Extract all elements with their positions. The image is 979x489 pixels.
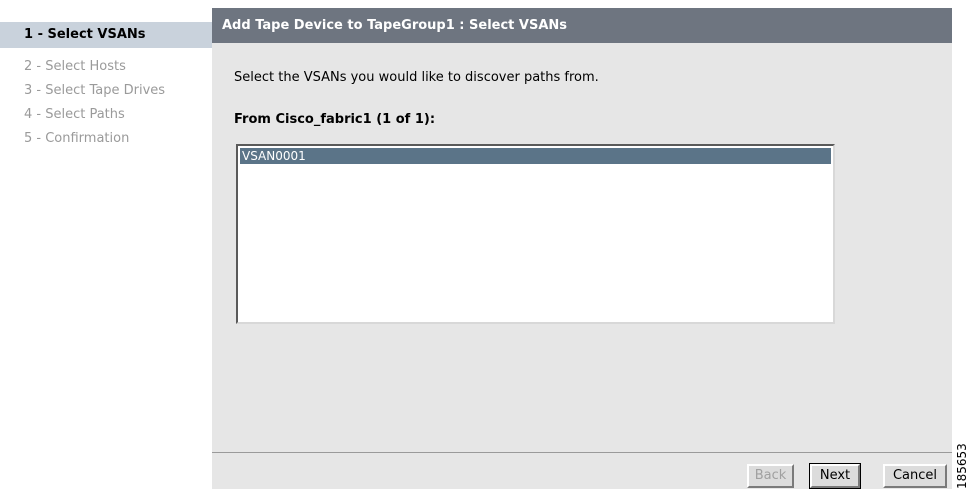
step-select-tape-drives: 3 - Select Tape Drives [24,83,166,98]
vsan-list-item[interactable]: VSAN0001 [240,148,831,164]
wizard-step-list: 1 - Select VSANs 2 - Select Hosts 3 - Se… [0,0,212,489]
next-button[interactable]: Next [809,463,861,489]
figure-id-label: 185653 [955,443,969,489]
step-select-paths: 4 - Select Paths [24,107,125,122]
step-select-hosts: 2 - Select Hosts [24,59,126,74]
wizard-content-panel: Add Tape Device to TapeGroup1 : Select V… [212,8,952,489]
vsan-listbox[interactable]: VSAN0001 [236,144,835,324]
back-button[interactable]: Back [747,464,794,488]
fabric-label: From Cisco_fabric1 (1 of 1): [234,112,436,127]
step-confirmation: 5 - Confirmation [24,131,130,146]
instruction-text: Select the VSANs you would like to disco… [234,70,599,85]
wizard-window: 1 - Select VSANs 2 - Select Hosts 3 - Se… [0,0,979,489]
footer-divider [212,452,952,453]
step-select-vsans: 1 - Select VSANs [0,22,212,48]
cancel-button[interactable]: Cancel [883,464,947,488]
panel-title: Add Tape Device to TapeGroup1 : Select V… [212,8,952,43]
